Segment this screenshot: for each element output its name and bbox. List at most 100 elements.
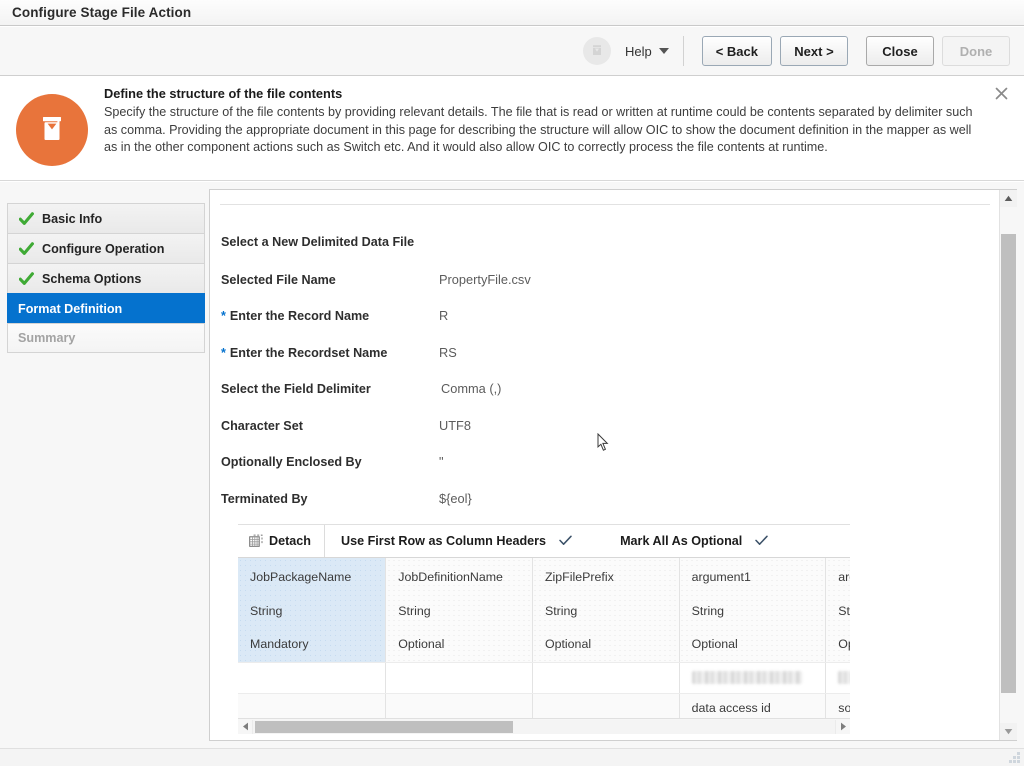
window-resize-grip[interactable]	[1008, 751, 1021, 764]
check-icon	[18, 241, 34, 257]
panel-top-divider	[220, 204, 990, 205]
wizard-toolbar: Help < Back Next > Close Done	[0, 27, 1024, 76]
back-button[interactable]: < Back	[701, 36, 772, 66]
recordset-name-label: * Enter the Recordset Name	[221, 346, 439, 360]
banner-body: Specify the structure of the file conten…	[104, 105, 973, 154]
redacted-value	[838, 670, 850, 684]
toolbar-divider-1	[682, 36, 684, 66]
column-type: String	[544, 603, 578, 618]
format-definition-form: Select a New Delimited Data File Selecte…	[221, 235, 981, 527]
stage-file-icon	[582, 37, 611, 65]
sidebar-item-basic-info[interactable]: Basic Info	[7, 203, 205, 233]
grid-cell: data access id	[679, 693, 827, 718]
next-button[interactable]: Next >	[780, 36, 848, 66]
column-type: String	[398, 603, 431, 618]
recordset-name-value[interactable]: RS	[439, 345, 457, 360]
field-delimiter-label: Select the Field Delimiter	[221, 382, 371, 396]
grid-column-jobpackagename[interactable]: JobPackageName String Mandatory	[238, 558, 387, 663]
optionally-enclosed-by-value[interactable]: "	[439, 454, 444, 469]
grid-cell: source	[825, 693, 850, 718]
field-row-terminated-by: Terminated By ${eol}	[221, 491, 981, 528]
grid-table: JobPackageName String Mandatory JobDefin…	[238, 558, 850, 718]
sidebar-item-label: Format Definition	[18, 301, 123, 316]
banner-heading: Define the structure of the file content…	[104, 86, 343, 101]
table-row[interactable]: data access id source	[238, 693, 850, 718]
window-title: Configure Stage File Action	[12, 5, 192, 20]
grid-column-argument1[interactable]: argument1 String Optional	[679, 558, 827, 663]
grid-cell	[238, 693, 387, 718]
sidebar-item-label: Schema Options	[42, 271, 142, 286]
column-name: argument2	[838, 570, 850, 584]
columns-grid: JobPackageName String Mandatory JobDefin…	[238, 557, 850, 734]
grid-column-zipfileprefix[interactable]: ZipFilePrefix String Optional	[532, 558, 680, 663]
format-definition-panel: Select a New Delimited Data File Selecte…	[209, 189, 1017, 741]
chevron-down-icon	[658, 48, 669, 54]
terminated-by-value[interactable]: ${eol}	[439, 491, 472, 506]
hscroll-track[interactable]	[252, 719, 836, 734]
field-definition-table: Detach Use First Row as Column Headers M…	[238, 524, 850, 734]
close-icon[interactable]	[992, 84, 1010, 102]
banner-text-block: Define the structure of the file content…	[104, 86, 984, 157]
window-title-bar: Configure Stage File Action	[0, 0, 1024, 26]
record-name-value[interactable]: R	[439, 308, 448, 323]
section-title: Select a New Delimited Data File	[221, 235, 415, 249]
scroll-up-arrow-icon[interactable]	[1000, 190, 1017, 207]
check-icon	[559, 534, 572, 548]
field-row-selected-file-name: Selected File Name PropertyFile.csv	[221, 272, 981, 309]
wizard-train-sidebar: Basic Info Configure Operation Schema Op…	[7, 203, 205, 353]
scroll-left-arrow-icon[interactable]	[238, 719, 252, 735]
column-requirement: Optional	[398, 637, 445, 651]
record-name-label: * Enter the Record Name	[221, 309, 439, 323]
sidebar-item-configure-operation[interactable]: Configure Operation	[7, 233, 205, 263]
grid-column-jobdefinitionname[interactable]: JobDefinitionName String Optional	[385, 558, 533, 663]
help-menu[interactable]: Help	[625, 44, 669, 59]
mark-all-as-optional-toggle[interactable]: Mark All As Optional	[588, 525, 784, 557]
configure-stage-file-action-dialog: Configure Stage File Action Help < Back …	[0, 0, 1024, 766]
column-requirement: Optional	[544, 637, 592, 651]
field-row-field-delimiter: Select the Field Delimiter Comma (,)	[221, 381, 981, 418]
column-requirement: Optional	[838, 637, 850, 651]
field-row-optionally-enclosed-by: Optionally Enclosed By "	[221, 454, 981, 491]
grid-cell	[238, 662, 387, 694]
sidebar-item-schema-options[interactable]: Schema Options	[7, 263, 205, 293]
scroll-down-arrow-icon[interactable]	[1000, 723, 1017, 740]
field-delimiter-value[interactable]: Comma (,)	[439, 381, 501, 396]
scroll-right-arrow-icon[interactable]	[836, 719, 850, 735]
detach-button[interactable]: Detach	[238, 525, 325, 557]
grid-scroll-viewport: JobPackageName String Mandatory JobDefin…	[238, 558, 850, 718]
terminated-by-label: Terminated By	[221, 491, 308, 506]
sidebar-item-format-definition[interactable]: Format Definition	[7, 293, 205, 323]
sidebar-item-label: Configure Operation	[42, 241, 165, 256]
close-button[interactable]: Close	[866, 36, 934, 66]
grid-cell	[385, 693, 533, 718]
sidebar-item-label: Basic Info	[42, 211, 103, 226]
column-type: String	[838, 603, 850, 618]
stage-file-orange-icon	[16, 94, 88, 166]
vscroll-thumb[interactable]	[1001, 234, 1016, 693]
selected-file-name-label: Selected File Name	[221, 272, 336, 287]
redacted-value	[691, 670, 802, 684]
done-button: Done	[942, 36, 1010, 66]
grid-cell	[385, 662, 533, 694]
window-footer	[0, 748, 1024, 766]
column-type: String	[250, 603, 283, 618]
detach-grid-icon	[249, 534, 263, 548]
column-name: argument1	[691, 570, 751, 584]
character-set-value[interactable]: UTF8	[439, 418, 471, 433]
use-first-row-as-column-headers-toggle[interactable]: Use First Row as Column Headers	[325, 525, 588, 557]
check-icon	[18, 211, 34, 227]
hscroll-thumb[interactable]	[255, 720, 513, 733]
check-icon	[18, 271, 34, 287]
grid-horizontal-scrollbar[interactable]	[238, 718, 850, 734]
detach-label: Detach	[269, 534, 311, 548]
panel-vertical-scrollbar[interactable]	[999, 190, 1017, 740]
character-set-label: Character Set	[221, 418, 303, 433]
table-row[interactable]	[238, 662, 850, 694]
record-name-label-text: Enter the Record Name	[229, 309, 370, 323]
grid-column-argument2[interactable]: argument2 String Optional	[825, 558, 850, 663]
check-icon	[755, 534, 769, 548]
use-first-row-as-column-headers-label: Use First Row as Column Headers	[341, 534, 547, 548]
table-toolbar: Detach Use First Row as Column Headers M…	[238, 525, 850, 557]
sidebar-item-summary: Summary	[7, 323, 205, 353]
required-marker-icon: *	[221, 309, 226, 323]
